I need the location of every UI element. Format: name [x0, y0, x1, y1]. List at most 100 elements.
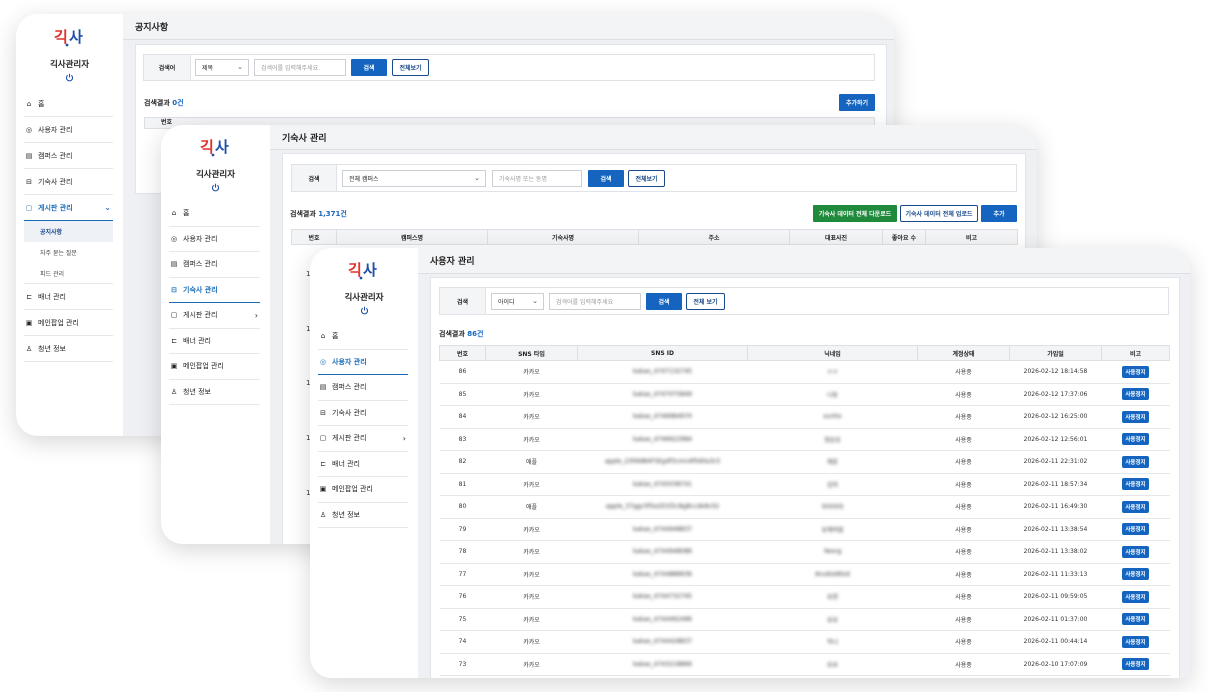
cell-no: 84 — [439, 405, 486, 429]
subnav-notice[interactable]: 공지사항 — [24, 221, 113, 242]
nav-campus[interactable]: ▤ 캠퍼스 관리 — [24, 143, 113, 169]
logo[interactable]: 긱 사 — [53, 24, 87, 48]
cell-type: 카카오 — [485, 540, 578, 564]
search-button[interactable]: 검색 — [646, 292, 682, 310]
nav-home[interactable]: ⌂ 홈 — [318, 324, 408, 350]
nav-popup[interactable]: ▣ 메인팝업 관리 — [24, 310, 113, 336]
subnav-faq[interactable]: 자주 묻는 질문 — [24, 242, 113, 263]
logo[interactable]: 긱 사 — [347, 257, 381, 281]
table-row[interactable]: 86 카카오 kakao_4747132745 ㅇㅇ 사용중 2026-02-12 18:… — [439, 360, 1170, 384]
suspend-button[interactable]: 사용정지 — [1122, 635, 1149, 648]
suspend-button[interactable]: 사용정지 — [1122, 523, 1149, 536]
column-header[interactable]: 가입일 — [1009, 345, 1102, 361]
nav-board[interactable]: ▢ 게시판 관리 › — [318, 426, 408, 452]
nav-campus[interactable]: ▤ 캠퍼스 관리 — [169, 252, 260, 278]
table-row[interactable]: 77 카카오 kakao_4744888936 AnubisWizd 사용중 2026-0… — [439, 563, 1170, 586]
nav-banner[interactable]: ⊏ 배너 관리 — [318, 452, 408, 477]
nav-dorm[interactable]: ⊟ 기숙사 관리 — [318, 401, 408, 426]
nav-popup[interactable]: ▣ 메인팝업 관리 — [318, 477, 408, 503]
suspend-button[interactable]: 사용정지 — [1122, 410, 1149, 423]
suspend-button[interactable]: 사용정지 — [1122, 388, 1149, 401]
cell-date: 2026-02-11 00:44:14 — [1009, 630, 1102, 654]
view-all-button[interactable]: 전체 보기 — [686, 292, 725, 310]
nav-youth[interactable]: ♙ 청년 정보 — [169, 380, 260, 405]
nav-youth[interactable]: ♙ 청년 정보 — [24, 336, 113, 362]
sidebar: 긱 사 긱사관리자 ⌂ 홈 ◎ 사용자 관리 ▤ 캠퍼스 관리 ⊟ 기숙사 관리 ▢ 게시… — [161, 125, 270, 544]
nav-users[interactable]: ◎ 사용자 관리 — [318, 350, 408, 375]
svg-text:긱: 긱 — [54, 28, 68, 46]
table-row[interactable]: 85 카카오 kakao_4747075849 나동 사용중 2026-02-12 17:… — [439, 383, 1170, 406]
suspend-button[interactable]: 사용정지 — [1122, 658, 1149, 671]
table-row[interactable]: 79 카카오 kakao_4744948837 유채하람 사용중 2026-02-11 1… — [439, 518, 1170, 541]
table-row[interactable]: 74 카카오 kakao_4744428837 하나 사용중 2026-02-11 00:… — [439, 630, 1170, 654]
suspend-button[interactable]: 사용정지 — [1122, 365, 1149, 378]
nav-home[interactable]: ⌂ 홈 — [24, 91, 113, 117]
nav-home[interactable]: ⌂ 홈 — [169, 201, 260, 227]
table-row[interactable]: 73 카카오 kakao_4743218866 요요 사용중 2026-02-10 17:… — [439, 653, 1170, 676]
campus-select[interactable]: 전체 캠퍼스 ⌄ — [342, 169, 486, 187]
add-button[interactable]: 추가 — [981, 205, 1017, 222]
suspend-button[interactable]: 사용정지 — [1122, 590, 1149, 603]
suspend-button[interactable]: 사용정지 — [1122, 478, 1149, 491]
power-icon[interactable] — [360, 306, 369, 315]
nav-dorm[interactable]: ⊟ 기숙사 관리 — [24, 169, 113, 195]
suspend-button[interactable]: 사용정지 — [1122, 568, 1149, 581]
power-icon[interactable] — [211, 183, 220, 192]
nav-label: 게시판 관리 — [183, 311, 218, 320]
nav-board[interactable]: ▢ 게시판 관리 ⌄ — [24, 195, 113, 221]
table-row[interactable]: 75 카카오 kakao_4744492496 유유 사용중 2026-02-11 01:… — [439, 608, 1170, 631]
table-row[interactable]: 76 카카오 kakao_4744732745 유현 사용중 2026-02-11 09:… — [439, 585, 1170, 609]
column-header[interactable]: 캠퍼스명 — [336, 229, 488, 245]
table-row[interactable]: 83 카카오 kakao_4746622984 정윤호 사용중 2026-02-12 12… — [439, 428, 1170, 451]
view-all-button[interactable]: 전체보기 — [628, 169, 665, 187]
nav-users[interactable]: ◎ 사용자 관리 — [24, 117, 113, 143]
nav-campus[interactable]: ▤ 캠퍼스 관리 — [318, 375, 408, 401]
nav-banner[interactable]: ⊏ 배너 관리 — [169, 329, 260, 354]
column-header[interactable]: 닉네임 — [747, 345, 918, 361]
search-button[interactable]: 검색 — [588, 169, 624, 187]
nav-dorm[interactable]: ⊟ 기숙사 관리 — [169, 278, 260, 303]
search-field-select[interactable]: 아이디 ⌄ — [491, 292, 544, 310]
search-button[interactable]: 검색 — [351, 59, 387, 76]
search-input[interactable]: 기숙사명 또는 동명 — [492, 169, 582, 187]
nav-popup[interactable]: ▣ 메인팝업 관리 — [169, 354, 260, 380]
cell-status: 사용중 — [917, 428, 1010, 451]
cell-status: 사용중 — [917, 630, 1010, 654]
suspend-button[interactable]: 사용정지 — [1122, 455, 1149, 468]
table-row[interactable]: 84 카카오 kakao_4746984970 sunho 사용중 2026-02-12 … — [439, 405, 1170, 429]
table-row[interactable]: 82 애플 apple_23FA9B4F5Eg4f3cmn4f0d0a3c5 해윤 사용… — [439, 450, 1170, 474]
column-header[interactable]: 기숙사명 — [487, 229, 639, 245]
search-label: 검색 — [292, 165, 337, 191]
power-icon[interactable] — [65, 73, 74, 82]
download-all-button[interactable]: 기숙사 데이터 전체 다운로드 — [813, 205, 897, 222]
table-row[interactable]: 80 애플 apple_37ggc5f5e2D1f2c8g8ccde9c02 하하하하… — [439, 495, 1170, 519]
column-header[interactable]: 좋아요 수 — [882, 229, 926, 245]
column-header[interactable]: SNS ID — [577, 345, 748, 361]
column-header[interactable]: 비고 — [925, 229, 1018, 245]
nav-board[interactable]: ▢ 게시판 관리 › — [169, 303, 260, 329]
upload-all-button[interactable]: 기숙사 데이터 전체 업로드 — [900, 205, 978, 222]
column-header[interactable]: 주소 — [638, 229, 790, 245]
table-row[interactable]: 81 카카오 kakao_4745038741 김하 사용중 2026-02-11 18:… — [439, 473, 1170, 496]
subnav-feed[interactable]: 피드 관리 — [24, 263, 113, 284]
nav-banner[interactable]: ⊏ 배너 관리 — [24, 284, 113, 310]
column-header[interactable]: 번호 — [439, 345, 486, 361]
suspend-button[interactable]: 사용정지 — [1122, 545, 1149, 558]
nav-users[interactable]: ◎ 사용자 관리 — [169, 227, 260, 252]
nav-youth[interactable]: ♙ 청년 정보 — [318, 503, 408, 528]
column-header[interactable]: 계정상태 — [917, 345, 1010, 361]
suspend-button[interactable]: 사용정지 — [1122, 613, 1149, 626]
suspend-button[interactable]: 사용정지 — [1122, 433, 1149, 446]
table-row[interactable]: 78 카카오 kakao_4744948086 Yeong 사용중 2026-02-11 … — [439, 540, 1170, 564]
column-header[interactable]: 대표사진 — [789, 229, 883, 245]
column-header[interactable]: 비고 — [1101, 345, 1170, 361]
column-header[interactable]: SNS 타입 — [485, 345, 578, 361]
column-header[interactable]: 번호 — [291, 229, 337, 245]
suspend-button[interactable]: 사용정지 — [1122, 500, 1149, 513]
view-all-button[interactable]: 전체보기 — [392, 59, 429, 76]
search-input[interactable]: 검색어를 입력해주세요 — [549, 292, 641, 310]
search-input[interactable]: 검색어를 입력해주세요. — [254, 59, 346, 76]
logo[interactable]: 긱 사 — [199, 134, 233, 158]
search-field-select[interactable]: 제목 ⌄ — [195, 59, 249, 76]
add-button[interactable]: 추가하기 — [839, 94, 875, 111]
